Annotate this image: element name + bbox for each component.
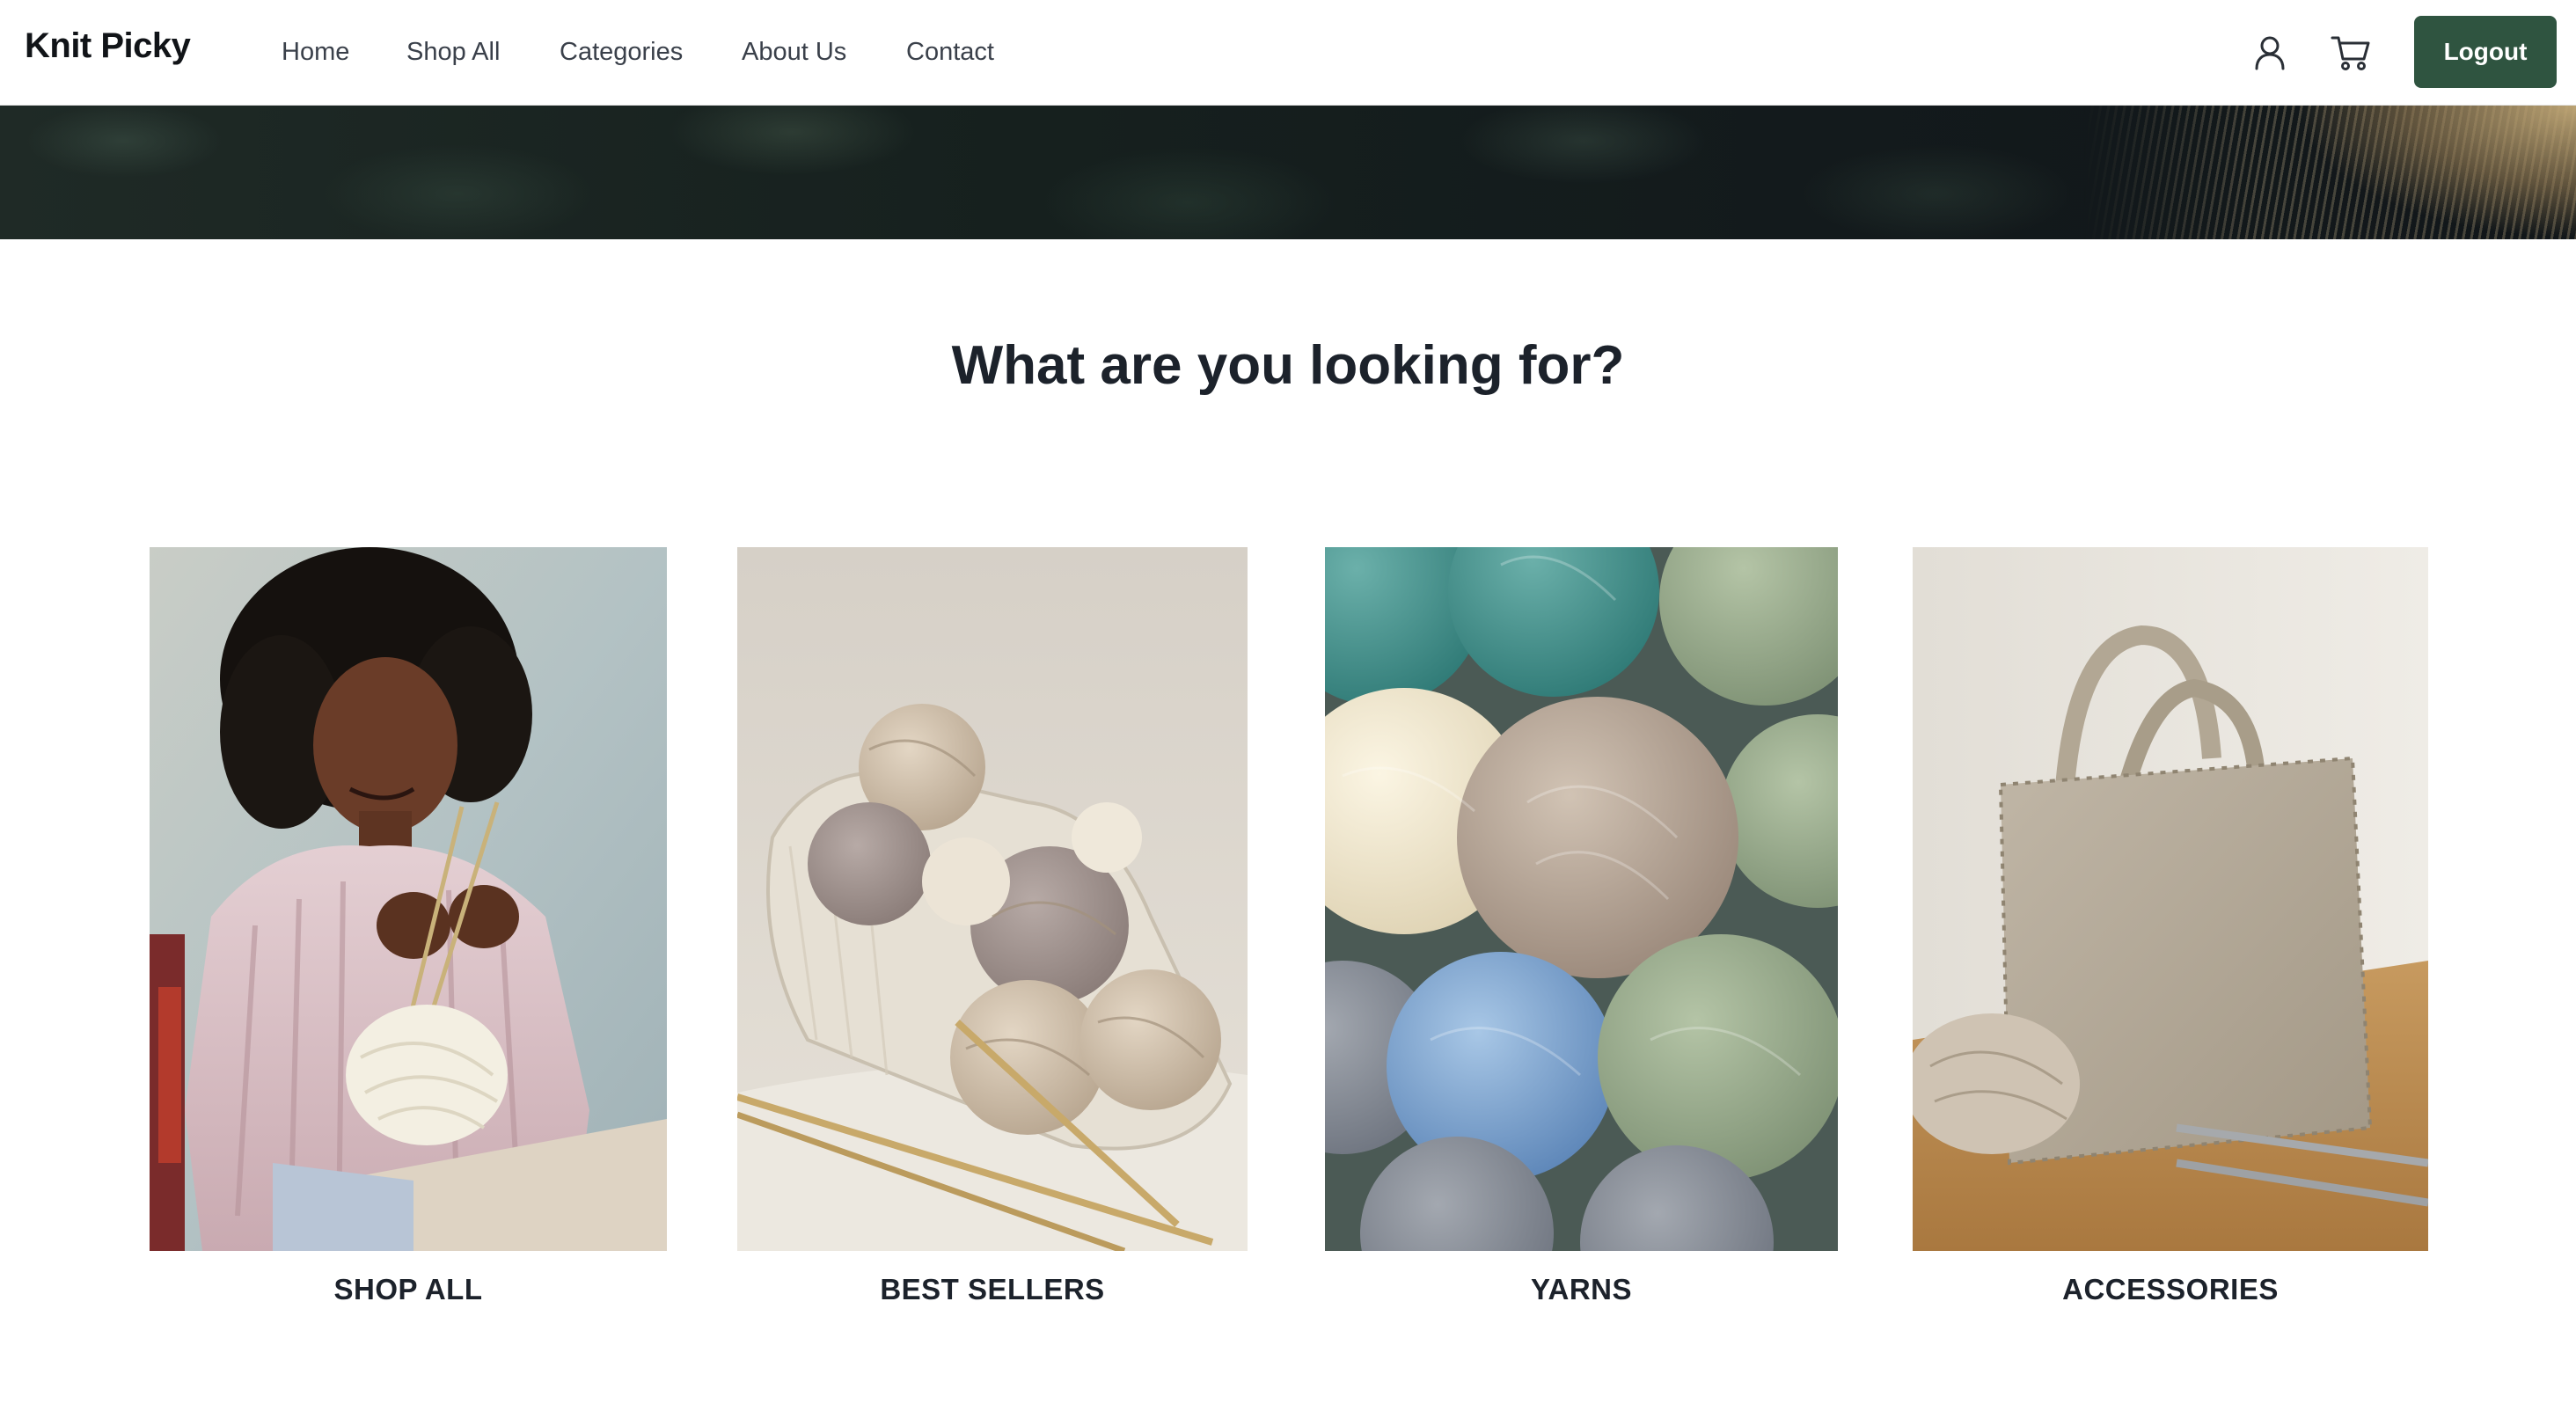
category-image-accessories [1913, 547, 2428, 1251]
category-image-yarns [1325, 547, 1838, 1251]
category-image-shop-all [150, 547, 667, 1251]
category-label-best-sellers[interactable]: BEST SELLERS [737, 1270, 1248, 1309]
hero-banner [0, 106, 2576, 239]
logout-button[interactable]: Logout [2414, 16, 2557, 88]
nav-categories[interactable]: Categories [560, 33, 683, 70]
section-title: What are you looking for? [951, 335, 1625, 396]
site-header: Knit Picky Home Shop All Categories Abou… [0, 0, 2576, 106]
user-icon[interactable] [2247, 30, 2293, 76]
nav-contact[interactable]: Contact [906, 33, 994, 70]
brand-logo[interactable]: Knit Picky [25, 25, 191, 67]
category-image-best-sellers [737, 547, 1248, 1251]
category-label-shop-all[interactable]: SHOP ALL [150, 1270, 667, 1309]
nav-shop-all[interactable]: Shop All [406, 33, 500, 70]
nav-home[interactable]: Home [282, 33, 349, 70]
nav-about-us[interactable]: About Us [742, 33, 846, 70]
category-label-yarns[interactable]: YARNS [1325, 1270, 1838, 1309]
category-label-accessories[interactable]: ACCESSORIES [1913, 1270, 2428, 1309]
cart-icon[interactable] [2328, 30, 2374, 76]
hero-image-fur [2083, 106, 2576, 239]
